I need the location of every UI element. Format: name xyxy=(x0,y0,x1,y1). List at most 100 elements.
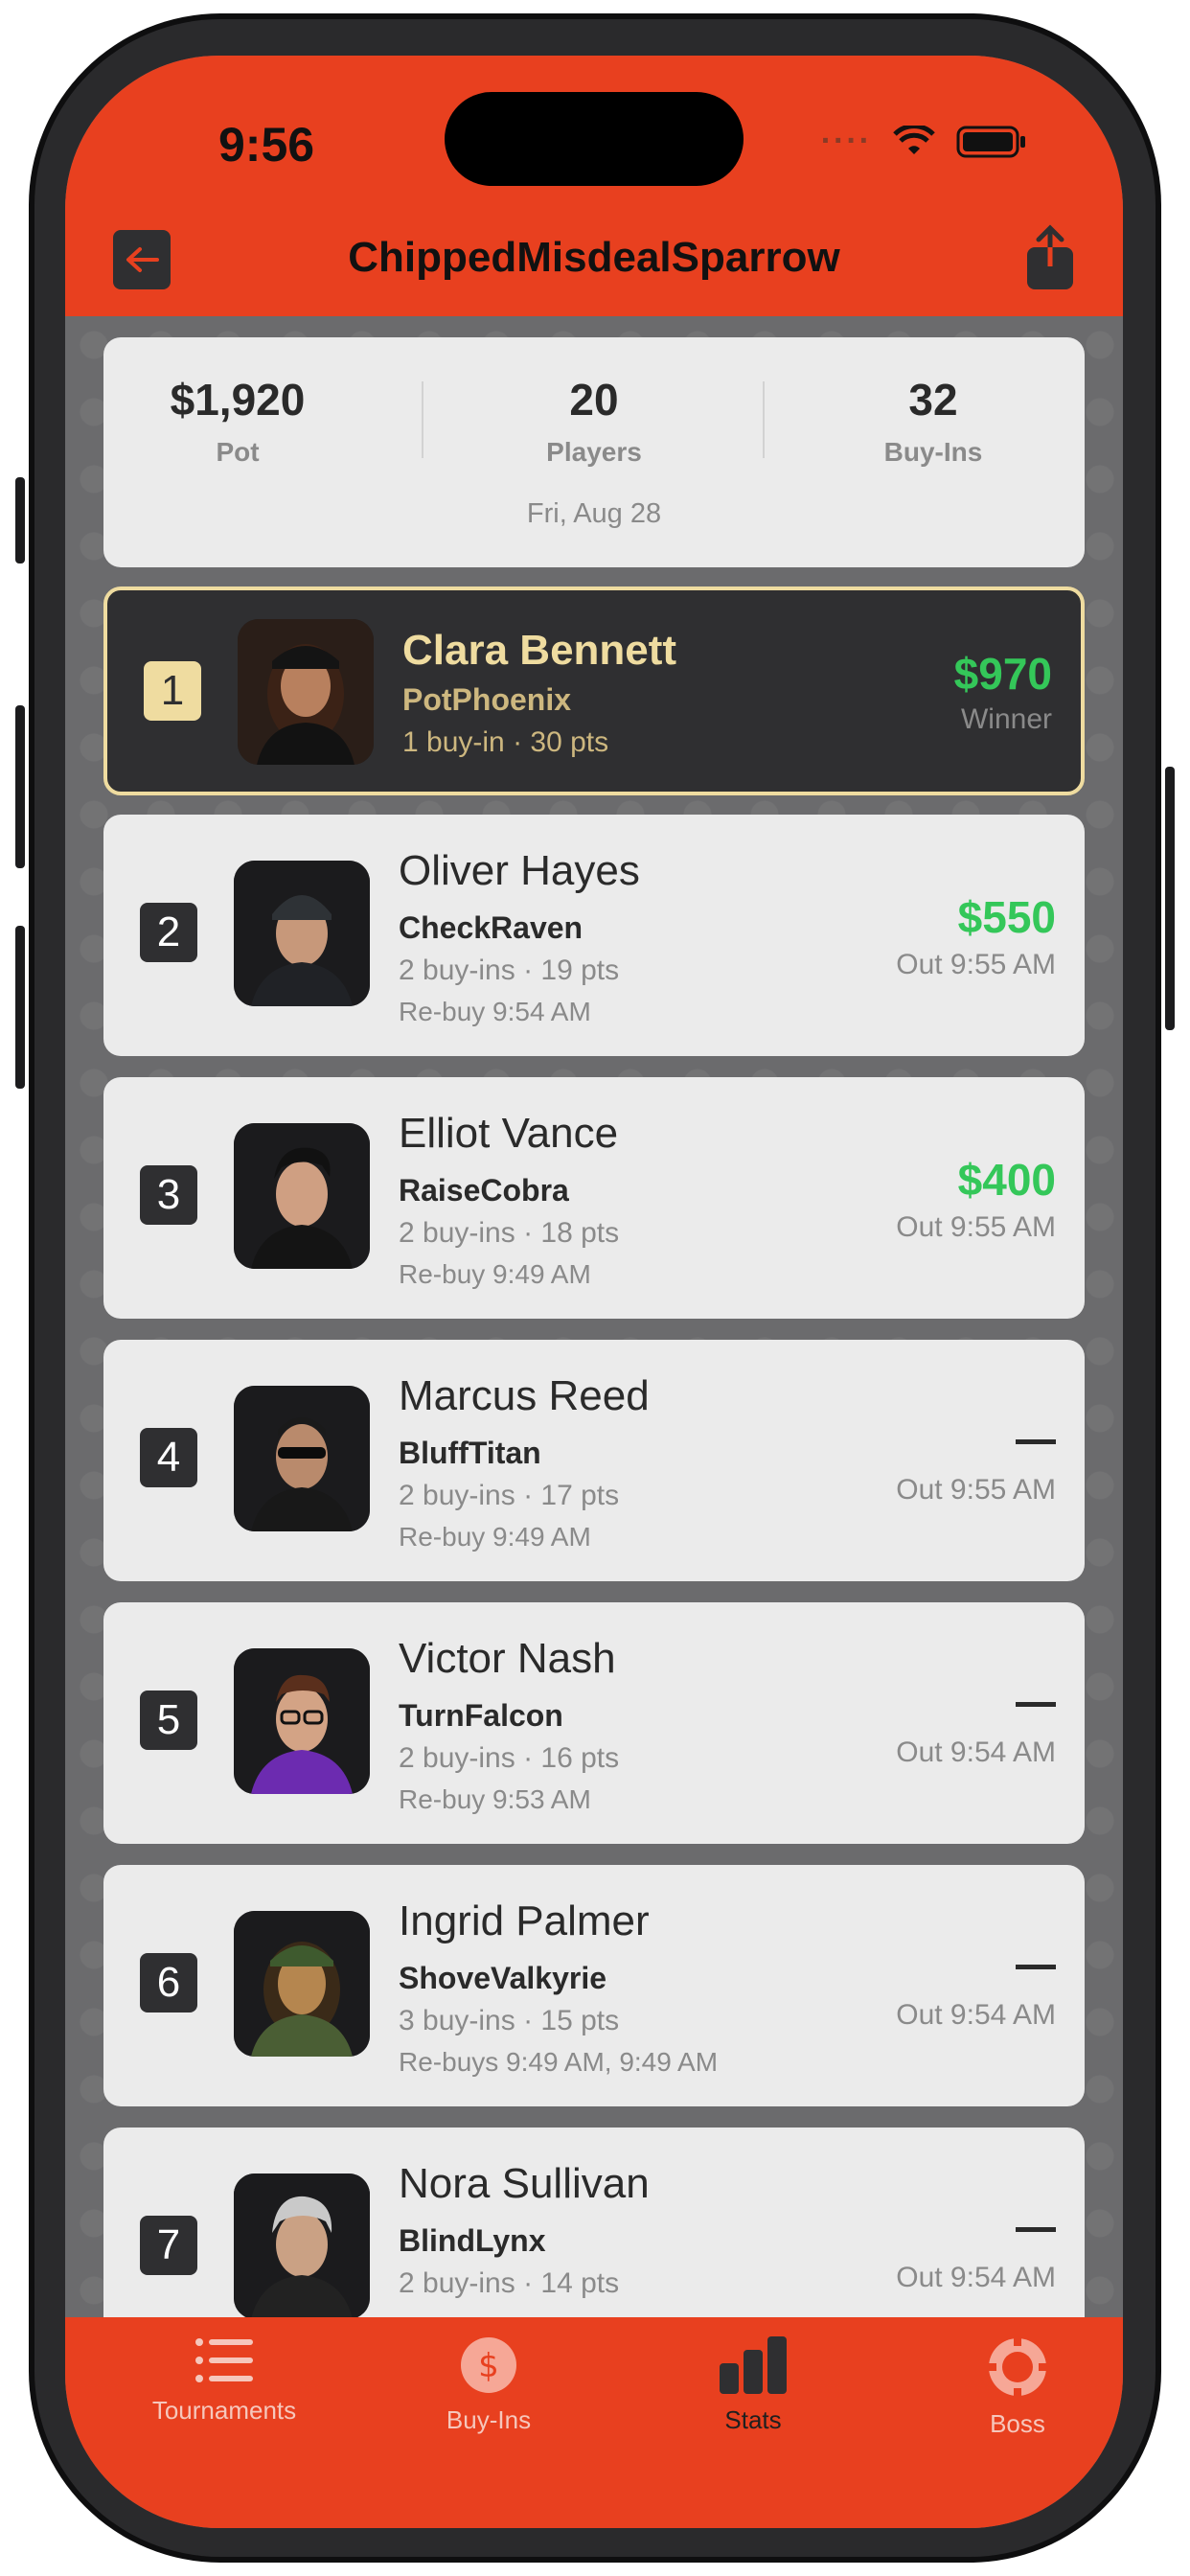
buyins-stat: 32 Buy-Ins xyxy=(790,374,1077,468)
player-nickname: PotPhoenix xyxy=(402,682,572,717)
prize-amount: $970 xyxy=(953,649,1052,699)
player-meta: 2 buy-ins · 19 pts xyxy=(399,954,620,986)
signal-icon: ···· xyxy=(820,123,872,159)
player-name: Marcus Reed xyxy=(399,1372,650,1419)
avatar xyxy=(238,619,374,765)
player-row[interactable]: 7 Nora Sullivan BlindLynx 2 buy-ins · 14… xyxy=(103,2128,1085,2317)
summary-card: $1,920 Pot 20 Players 32 Buy-Ins Fri, Au… xyxy=(103,337,1085,567)
avatar xyxy=(234,1648,370,1794)
divider xyxy=(422,381,423,458)
player-row[interactable]: 4 Marcus Reed BluffTitan 2 buy-ins · 17 … xyxy=(103,1340,1085,1581)
pot-label: Pot xyxy=(216,437,260,467)
list-icon xyxy=(195,2338,253,2382)
pot-stat: $1,920 Pot xyxy=(94,374,381,468)
player-name: Victor Nash xyxy=(399,1635,616,1682)
rank-badge: 3 xyxy=(140,1165,197,1225)
player-meta: 1 buy-in · 30 pts xyxy=(402,726,609,758)
player-row-winner[interactable]: 1 Clara Bennett PotPhoenix 1 buy-in · 30… xyxy=(103,586,1085,795)
avatar xyxy=(234,1911,370,2057)
player-name: Ingrid Palmer xyxy=(399,1898,650,1944)
player-nickname: BluffTitan xyxy=(399,1436,541,1470)
avatar xyxy=(234,861,370,1006)
rank-badge: 7 xyxy=(140,2216,197,2275)
tab-tournaments[interactable]: Tournaments xyxy=(92,2336,356,2426)
rank-badge: 6 xyxy=(140,1953,197,2012)
bar-chart-icon xyxy=(720,2336,787,2394)
svg-text:$: $ xyxy=(478,2347,499,2385)
out-time: Out 9:54 AM xyxy=(896,1736,1056,1768)
results-content[interactable]: $1,920 Pot 20 Players 32 Buy-Ins Fri, Au… xyxy=(65,316,1123,2317)
prize-amount: $550 xyxy=(957,892,1056,942)
avatar xyxy=(234,1386,370,1531)
page-title: ChippedMisdealSparrow xyxy=(348,234,840,281)
tab-boss[interactable]: Boss xyxy=(885,2336,1123,2439)
out-time: Out 9:54 AM xyxy=(896,2262,1056,2293)
tab-label: Buy-Ins xyxy=(446,2405,532,2434)
no-prize-dash xyxy=(1016,1965,1056,1969)
tab-buy-ins[interactable]: $ Buy-Ins xyxy=(356,2336,621,2435)
tab-bar: Tournaments $ Buy-Ins Stats Boss xyxy=(65,2317,1123,2528)
player-row[interactable]: 5 Victor Nash TurnFalcon 2 buy-ins · 16 … xyxy=(103,1602,1085,1844)
rank-badge: 1 xyxy=(144,661,201,721)
player-nickname: RaiseCobra xyxy=(399,1173,569,1208)
poker-chip-icon xyxy=(987,2336,1048,2398)
tournament-date: Fri, Aug 28 xyxy=(526,498,662,529)
buyins-value: 32 xyxy=(908,375,958,425)
prize-amount: $400 xyxy=(957,1155,1056,1205)
no-prize-dash xyxy=(1016,1702,1056,1707)
no-prize-dash xyxy=(1016,1439,1056,1444)
tab-stats[interactable]: Stats xyxy=(621,2336,885,2435)
no-prize-dash xyxy=(1016,2227,1056,2232)
player-nickname: ShoveValkyrie xyxy=(399,1961,607,1995)
out-time: Out 9:55 AM xyxy=(896,1211,1056,1243)
divider xyxy=(763,381,765,458)
out-time: Out 9:55 AM xyxy=(896,1474,1056,1506)
pot-value: $1,920 xyxy=(170,375,306,425)
rebuy-time: Re-buy 9:49 AM xyxy=(399,1522,591,1552)
player-nickname: BlindLynx xyxy=(399,2223,546,2258)
player-row[interactable]: 2 Oliver Hayes CheckRaven 2 buy-ins · 19… xyxy=(103,815,1085,1056)
player-meta: 2 buy-ins · 17 pts xyxy=(399,1480,620,1511)
screen: 9:56 ···· ChippedMisdealSparrow $1,920 P… xyxy=(65,56,1123,2528)
player-name: Nora Sullivan xyxy=(399,2160,650,2207)
status-label: Winner xyxy=(960,703,1052,735)
player-meta: 3 buy-ins · 15 pts xyxy=(399,2005,620,2036)
player-meta: 2 buy-ins · 18 pts xyxy=(399,1217,620,1249)
out-time: Out 9:55 AM xyxy=(896,949,1056,980)
status-icons: ···· xyxy=(821,123,1027,160)
wifi-icon xyxy=(893,125,935,154)
players-label: Players xyxy=(546,437,642,467)
player-row[interactable]: 3 Elliot Vance RaiseCobra 2 buy-ins · 18… xyxy=(103,1077,1085,1319)
tab-label: Stats xyxy=(724,2405,782,2434)
rank-badge: 2 xyxy=(140,903,197,962)
player-nickname: CheckRaven xyxy=(399,910,584,945)
power-button xyxy=(1165,767,1175,1030)
battery-icon xyxy=(956,126,1025,157)
player-name: Elliot Vance xyxy=(399,1110,619,1157)
avatar xyxy=(234,1123,370,1269)
share-icon[interactable] xyxy=(1025,224,1075,291)
buyins-label: Buy-Ins xyxy=(883,437,983,467)
player-name: Clara Bennett xyxy=(402,627,677,674)
volume-up-button xyxy=(15,705,25,868)
out-time: Out 9:54 AM xyxy=(896,1999,1056,2031)
tab-label: Boss xyxy=(990,2409,1045,2438)
players-value: 20 xyxy=(569,375,619,425)
dynamic-island xyxy=(445,92,744,186)
player-row[interactable]: 6 Ingrid Palmer ShoveValkyrie 3 buy-ins … xyxy=(103,1865,1085,2106)
action-button xyxy=(15,477,25,564)
player-nickname: TurnFalcon xyxy=(399,1698,563,1733)
volume-down-button xyxy=(15,926,25,1089)
players-stat: 20 Players xyxy=(450,374,738,468)
rank-badge: 4 xyxy=(140,1428,197,1487)
tab-label: Tournaments xyxy=(151,2396,297,2425)
rebuy-time: Re-buys 9:49 AM, 9:49 AM xyxy=(399,2047,719,2077)
rebuy-time: Re-buy 9:49 AM xyxy=(399,1259,591,1289)
player-meta: 2 buy-ins · 14 pts xyxy=(399,2267,620,2299)
player-meta: 2 buy-ins · 16 pts xyxy=(399,1742,620,1774)
rank-badge: 5 xyxy=(140,1690,197,1750)
top-bar: 9:56 ···· ChippedMisdealSparrow xyxy=(65,56,1123,316)
player-name: Oliver Hayes xyxy=(399,847,640,894)
avatar xyxy=(234,2174,370,2317)
status-time: 9:56 xyxy=(218,118,315,172)
